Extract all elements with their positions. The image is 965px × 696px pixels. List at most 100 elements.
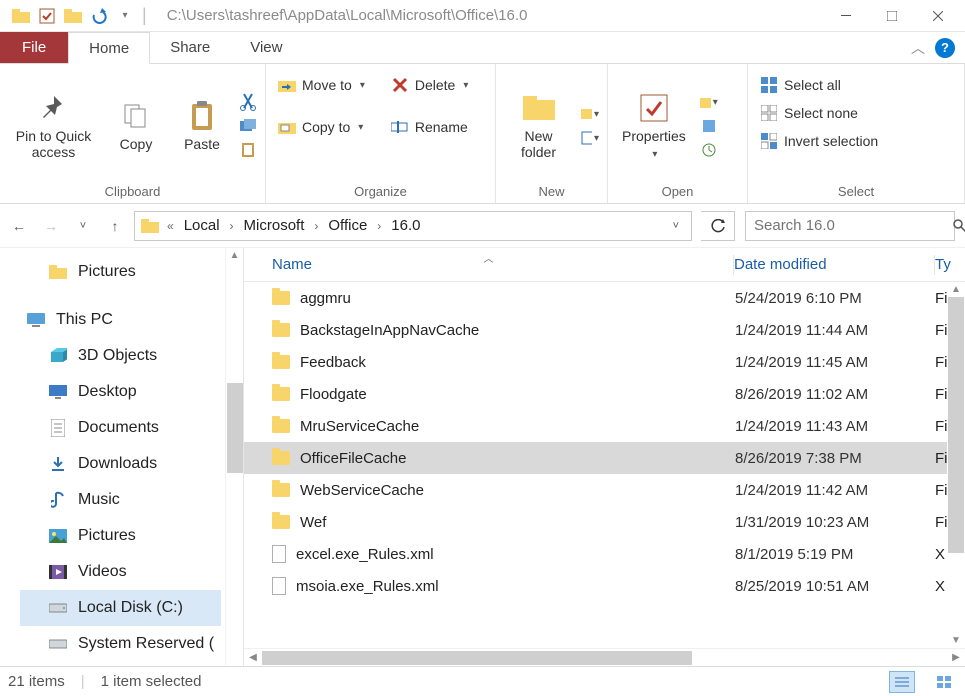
breadcrumb-item[interactable]: Microsoft [242, 217, 307, 234]
tab-home[interactable]: Home [68, 32, 150, 64]
column-headers: ︿ Name Date modified Ty [244, 248, 965, 282]
navpane-item[interactable]: Downloads [20, 446, 243, 482]
ribbon: Pin to Quick access Copy Paste Clipboard [0, 64, 965, 204]
recent-locations-dropdown[interactable]: ˅ [74, 220, 92, 232]
column-header-type[interactable]: Ty [935, 256, 965, 273]
tab-share[interactable]: Share [150, 32, 230, 63]
navpane-item[interactable]: Videos [20, 554, 243, 590]
maximize-button[interactable] [869, 1, 915, 31]
table-row[interactable]: msoia.exe_Rules.xml8/25/2019 10:51 AMX [244, 570, 965, 602]
table-row[interactable]: Feedback1/24/2019 11:45 AMFi [244, 346, 965, 378]
forward-button[interactable]: → [42, 218, 60, 234]
large-icons-view-button[interactable] [931, 671, 957, 693]
breadcrumb[interactable]: « Local› Microsoft› Office› 16.0 ˅ [134, 211, 692, 241]
navpane-item[interactable]: Music [20, 482, 243, 518]
up-button[interactable]: ↑ [106, 218, 124, 234]
navpane-item[interactable]: 3D Objects [20, 338, 243, 374]
navpane-item-icon [48, 419, 68, 437]
column-header-name[interactable]: ︿ Name [244, 256, 733, 273]
folder-icon [272, 323, 290, 337]
file-name: Feedback [300, 354, 366, 371]
navpane-item-icon [48, 563, 68, 581]
table-row[interactable]: Floodgate8/26/2019 11:02 AMFi [244, 378, 965, 410]
navpane-item-label: 3D Objects [78, 347, 157, 365]
new-folder-icon[interactable] [62, 5, 84, 27]
copy-button[interactable]: Copy [107, 96, 165, 156]
properties-icon [638, 92, 670, 124]
new-item-icon[interactable]: ✦▾ [581, 105, 599, 123]
back-button[interactable]: ← [10, 218, 28, 234]
paste-button[interactable]: Paste [173, 96, 231, 156]
properties-button[interactable]: Properties ▾ [616, 88, 692, 163]
delete-button[interactable]: Delete▾ [387, 74, 473, 96]
rename-button[interactable]: Rename [387, 116, 473, 138]
close-button[interactable] [915, 1, 961, 31]
horizontal-scrollbar[interactable]: ◀ ▶ [244, 648, 965, 666]
details-view-button[interactable] [889, 671, 915, 693]
breadcrumb-overflow[interactable]: « [159, 219, 182, 233]
navpane-scrollbar[interactable]: ▲ [225, 248, 243, 666]
navpane-item[interactable]: System Reserved ( [20, 626, 243, 662]
pin-to-quick-access-button[interactable]: Pin to Quick access [8, 88, 99, 164]
copy-to-button[interactable]: Copy to▾ [274, 116, 369, 138]
navpane-item[interactable]: Local Disk (C:) [20, 590, 221, 626]
paste-icon [186, 100, 218, 132]
invert-selection-button[interactable]: Invert selection [756, 130, 882, 152]
search-icon[interactable] [953, 219, 965, 233]
open-icon[interactable]: ▾ [700, 93, 718, 111]
table-row[interactable]: aggmru5/24/2019 6:10 PMFi [244, 282, 965, 314]
refresh-button[interactable] [701, 211, 735, 241]
qat-dropdown-icon[interactable]: ▾ [114, 5, 136, 27]
tab-view[interactable]: View [230, 32, 302, 63]
table-row[interactable]: Wef1/31/2019 10:23 AMFi [244, 506, 965, 538]
paste-shortcut-icon[interactable] [239, 141, 257, 159]
move-to-button[interactable]: Move to▾ [274, 74, 369, 96]
select-none-button[interactable]: Select none [756, 102, 862, 124]
breadcrumb-item[interactable]: Local [182, 217, 222, 234]
history-icon[interactable] [700, 141, 718, 159]
cut-icon[interactable] [239, 93, 257, 111]
easy-access-icon[interactable]: ▾ [581, 129, 599, 147]
table-row[interactable]: BackstageInAppNavCache1/24/2019 11:44 AM… [244, 314, 965, 346]
breadcrumb-item[interactable]: Office [326, 217, 369, 234]
properties-icon[interactable] [36, 5, 58, 27]
help-icon[interactable]: ? [935, 38, 955, 58]
navpane-item[interactable]: Documents [20, 410, 243, 446]
select-all-button[interactable]: Select all [756, 74, 845, 96]
copy-to-icon [278, 118, 296, 136]
navpane-pictures[interactable]: Pictures [20, 254, 243, 290]
table-row[interactable]: excel.exe_Rules.xml8/1/2019 5:19 PMX [244, 538, 965, 570]
rename-icon [391, 118, 409, 136]
group-label-open: Open [608, 184, 747, 203]
vertical-scrollbar[interactable]: ▲ ▼ [947, 282, 965, 648]
status-selected-count: 1 item selected [101, 673, 202, 690]
file-date: 1/31/2019 10:23 AM [735, 514, 935, 531]
navigation-toolbar: ← → ˅ ↑ « Local› Microsoft› Office› 16.0… [0, 204, 965, 248]
breadcrumb-item[interactable]: 16.0 [389, 217, 422, 234]
edit-icon[interactable] [700, 117, 718, 135]
table-row[interactable]: MruServiceCache1/24/2019 11:43 AMFi [244, 410, 965, 442]
navpane-item-label: System Reserved ( [78, 635, 214, 653]
search-box[interactable] [745, 211, 955, 241]
navpane-item-label: Local Disk (C:) [78, 599, 183, 617]
collapse-ribbon-icon[interactable]: ︿ [911, 38, 925, 58]
table-row[interactable]: WebServiceCache1/24/2019 11:42 AMFi [244, 474, 965, 506]
navpane-item[interactable]: Pictures [20, 518, 243, 554]
copy-path-icon[interactable] [239, 117, 257, 135]
table-row[interactable]: OfficeFileCache8/26/2019 7:38 PMFi [244, 442, 965, 474]
new-folder-button[interactable]: New folder [504, 88, 573, 164]
select-all-icon [760, 76, 778, 94]
select-none-icon [760, 104, 778, 122]
navpane-item[interactable]: Desktop [20, 374, 243, 410]
svg-text:✦: ✦ [591, 107, 592, 115]
address-dropdown-icon[interactable]: ˅ [673, 220, 685, 232]
new-folder-icon [523, 92, 555, 124]
undo-icon[interactable] [88, 5, 110, 27]
tab-file[interactable]: File [0, 32, 68, 63]
navpane-item-icon [48, 527, 68, 545]
column-header-date[interactable]: Date modified [734, 256, 934, 273]
navpane-this-pc[interactable]: This PC [20, 302, 243, 338]
search-input[interactable] [754, 217, 953, 234]
minimize-button[interactable] [823, 1, 869, 31]
navpane-item-label: Downloads [78, 455, 157, 473]
